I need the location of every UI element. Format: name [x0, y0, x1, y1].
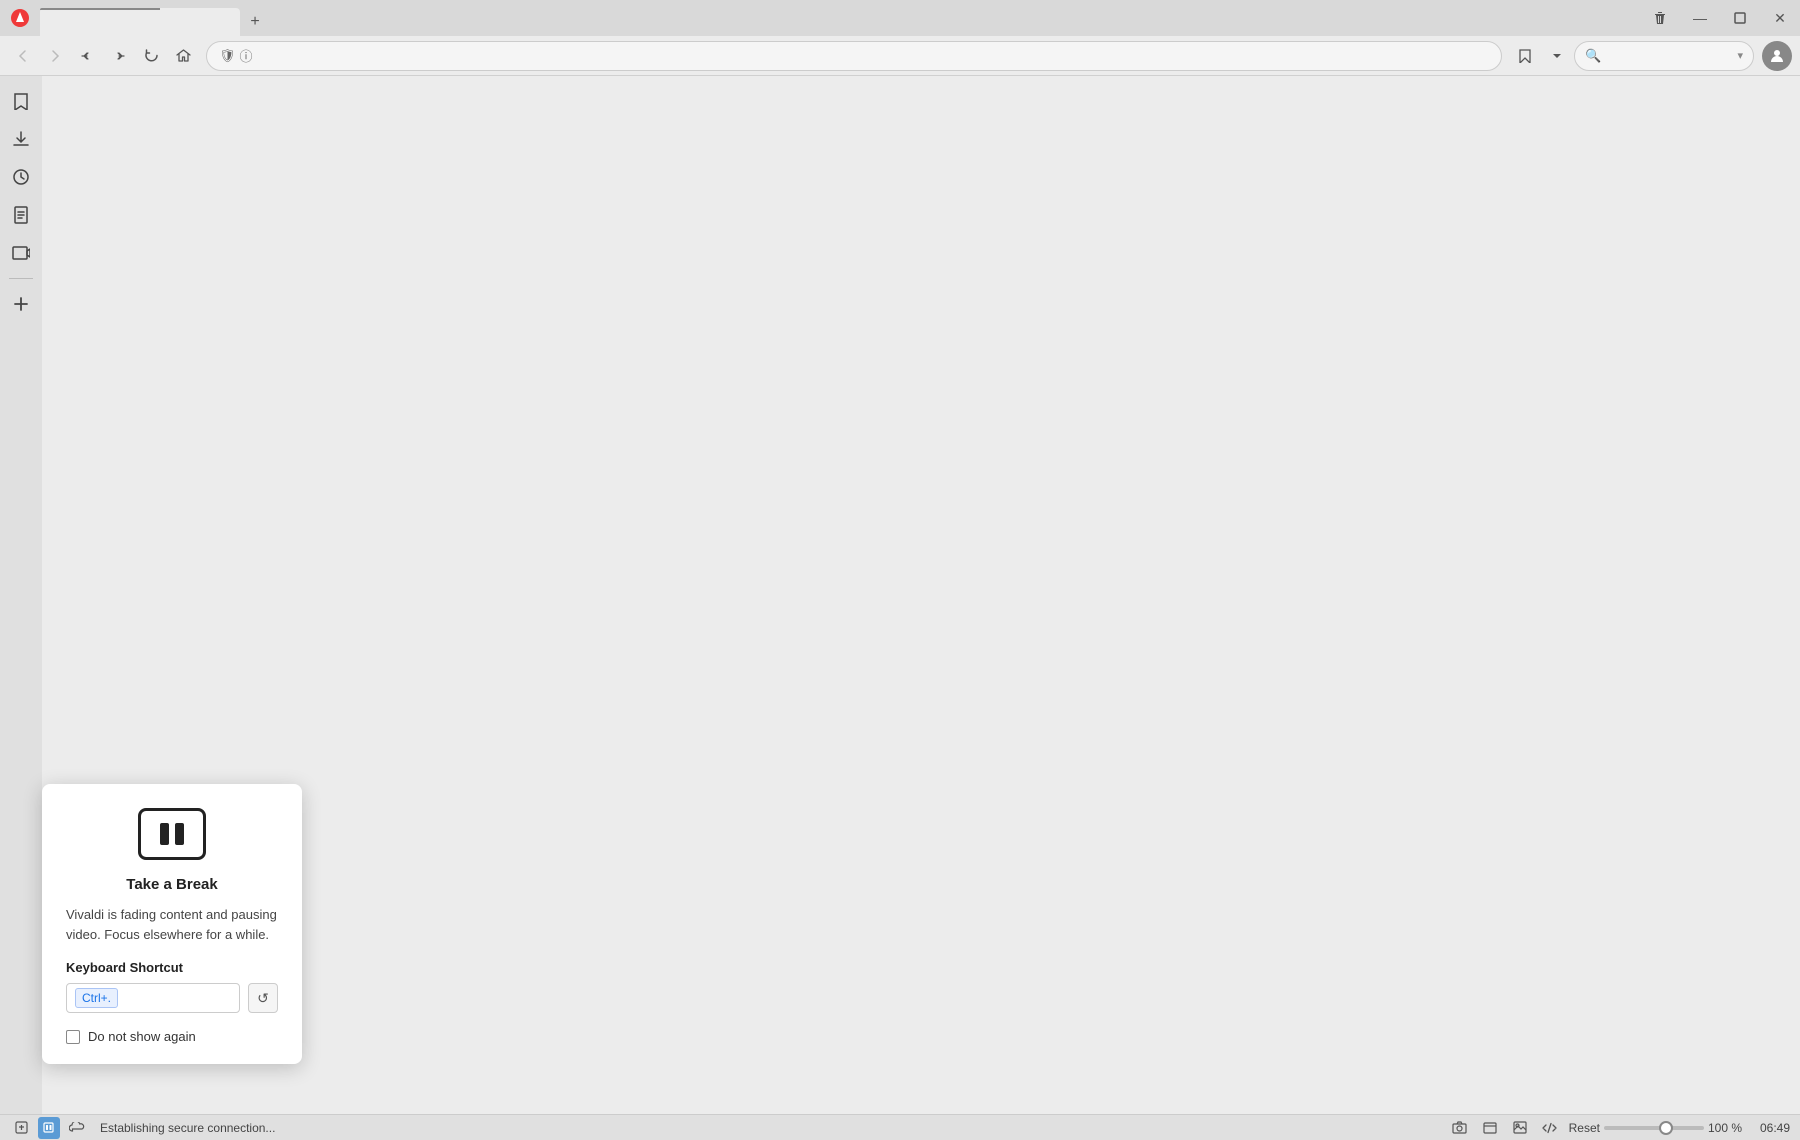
shortcut-key: Ctrl+.	[75, 988, 118, 1008]
shield-icon: 🛡	[219, 48, 236, 64]
zoom-thumb[interactable]	[1659, 1121, 1673, 1135]
new-tab-button[interactable]: +	[240, 8, 270, 36]
status-cloud-icon[interactable]	[66, 1117, 88, 1139]
zoom-slider[interactable]	[1604, 1126, 1704, 1130]
address-icons: 🛡 ⓘ	[219, 46, 253, 65]
active-tab[interactable]	[40, 8, 240, 36]
titlebar-left: +	[0, 0, 270, 36]
statusbar-right: Reset 100 % 06:49	[1449, 1117, 1790, 1139]
delete-button[interactable]	[1640, 0, 1680, 36]
shortcut-row: Ctrl+. ↺	[66, 983, 278, 1013]
do-not-show-row: Do not show again	[66, 1029, 278, 1044]
popup-icon-area	[66, 808, 278, 860]
close-button[interactable]: ✕	[1760, 0, 1800, 36]
reload-button[interactable]	[136, 41, 166, 71]
address-bar[interactable]: 🛡 ⓘ	[206, 41, 1502, 71]
image-icon[interactable]	[1509, 1117, 1531, 1139]
status-time: 06:49	[1750, 1121, 1790, 1135]
sidebar-item-bookmarks[interactable]	[4, 84, 38, 118]
do-not-show-label: Do not show again	[88, 1029, 196, 1044]
rewind-button[interactable]	[72, 41, 102, 71]
search-icon: 🔍	[1585, 48, 1601, 64]
zoom-reset-button[interactable]: Reset	[1569, 1121, 1600, 1135]
status-text: Establishing secure connection...	[100, 1121, 275, 1135]
popup-description: Vivaldi is fading content and pausing vi…	[66, 905, 278, 944]
take-a-break-popup: Take a Break Vivaldi is fading content a…	[42, 784, 302, 1064]
popup-title: Take a Break	[66, 876, 278, 893]
shortcut-input[interactable]: Ctrl+.	[66, 983, 240, 1013]
zoom-control: Reset 100 %	[1569, 1121, 1742, 1135]
back-button[interactable]	[8, 41, 38, 71]
pause-bar-left	[160, 823, 169, 845]
forward-button[interactable]	[40, 41, 70, 71]
code-icon[interactable]	[1539, 1117, 1561, 1139]
pause-bar-right	[175, 823, 184, 845]
sidebar	[0, 76, 42, 1114]
do-not-show-checkbox[interactable]	[66, 1030, 80, 1044]
sidebar-item-notes[interactable]	[4, 198, 38, 232]
reset-shortcut-button[interactable]: ↺	[248, 983, 278, 1013]
shortcut-label: Keyboard Shortcut	[66, 960, 278, 975]
status-security-icon[interactable]	[10, 1117, 32, 1139]
restore-button[interactable]	[1720, 0, 1760, 36]
sidebar-item-add[interactable]	[4, 287, 38, 321]
titlebar-controls: — ✕	[1640, 0, 1800, 36]
sidebar-item-captures[interactable]	[4, 236, 38, 270]
camera-icon[interactable]	[1449, 1117, 1471, 1139]
titlebar: + — ✕	[0, 0, 1800, 36]
bookmark-dropdown[interactable]	[1542, 41, 1572, 71]
tab-bar: +	[40, 0, 270, 36]
search-dropdown[interactable]: ▾	[1737, 49, 1743, 62]
sidebar-item-downloads[interactable]	[4, 122, 38, 156]
zoom-percent: 100 %	[1708, 1121, 1742, 1135]
main-layout: Take a Break Vivaldi is fading content a…	[0, 76, 1800, 1114]
statusbar: Establishing secure connection...	[0, 1114, 1800, 1140]
pause-icon	[138, 808, 206, 860]
fast-forward-button[interactable]	[104, 41, 134, 71]
info-icon: ⓘ	[240, 46, 253, 65]
sidebar-divider	[9, 278, 33, 279]
search-bar[interactable]: 🔍 ▾	[1574, 41, 1754, 71]
sidebar-item-history[interactable]	[4, 160, 38, 194]
navbar: 🛡 ⓘ 🔍 ▾	[0, 36, 1800, 76]
window-icon[interactable]	[1479, 1117, 1501, 1139]
bookmark-icon[interactable]	[1510, 41, 1540, 71]
tab-progress	[40, 8, 160, 10]
statusbar-left: Establishing secure connection...	[10, 1117, 275, 1139]
home-button[interactable]	[168, 41, 198, 71]
vivaldi-logo[interactable]	[0, 0, 40, 36]
content-area: Take a Break Vivaldi is fading content a…	[42, 76, 1800, 1114]
status-break-icon[interactable]	[38, 1117, 60, 1139]
minimize-button[interactable]: —	[1680, 0, 1720, 36]
profile-button[interactable]	[1762, 41, 1792, 71]
